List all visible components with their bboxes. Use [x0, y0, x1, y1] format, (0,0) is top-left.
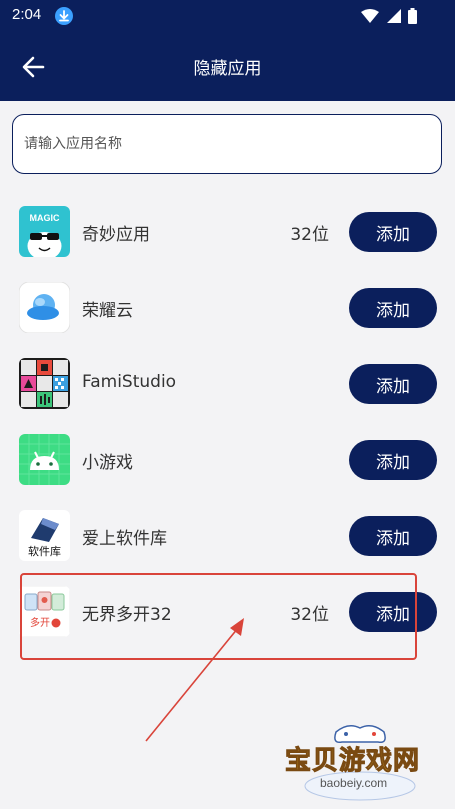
wifi-icon	[361, 9, 379, 23]
search-input[interactable]	[13, 115, 441, 173]
watermark-text: 宝贝游戏网	[284, 746, 421, 777]
list-item: 小游戏 添加	[0, 421, 455, 497]
app-bit-label: 32位	[290, 225, 329, 245]
status-bar: 2:04	[0, 0, 455, 32]
add-button[interactable]: 添加	[349, 440, 437, 480]
app-name: 爱上软件库	[82, 529, 167, 549]
add-button[interactable]: 添加	[349, 364, 437, 404]
status-icons	[361, 8, 417, 24]
app-list: MAGIC 奇妙应用 32位 添加 荣耀云 添加 FamiStudio 添加 小…	[0, 193, 455, 649]
add-button[interactable]: 添加	[349, 212, 437, 252]
software-library-icon: 软件库	[19, 510, 70, 561]
multi-open-icon: 多开	[19, 586, 70, 637]
signal-icon	[387, 9, 401, 23]
app-bit-label: 32位	[290, 605, 329, 625]
app-name: 荣耀云	[82, 301, 133, 321]
download-icon	[55, 7, 73, 25]
add-button[interactable]: 添加	[349, 516, 437, 556]
search-box	[12, 114, 442, 174]
list-item: 软件库 爱上软件库 添加	[0, 497, 455, 573]
watermark-logo: 宝贝游戏网 baobeiy.com	[270, 718, 450, 804]
watermark-url: baobeiy.com	[320, 776, 388, 790]
honor-cloud-icon	[19, 282, 70, 333]
multi-icon-label: 多开	[30, 616, 50, 629]
add-button[interactable]: 添加	[349, 288, 437, 328]
list-item: FamiStudio 添加	[0, 345, 455, 421]
status-time: 2:04	[12, 6, 42, 23]
list-item: MAGIC 奇妙应用 32位 添加	[0, 193, 455, 269]
app-name: 小游戏	[82, 453, 133, 473]
app-bar: 隐藏应用	[0, 32, 455, 101]
page-title: 隐藏应用	[193, 59, 262, 79]
magic-app-icon: MAGIC	[19, 206, 70, 257]
software-icon-label: 软件库	[28, 544, 61, 558]
famistudio-icon	[19, 358, 70, 409]
android-icon	[19, 434, 70, 485]
add-button[interactable]: 添加	[349, 592, 437, 632]
app-name: FamiStudio	[82, 372, 177, 392]
list-item: 多开 无界多开32 32位 添加	[0, 573, 455, 649]
app-name: 无界多开32	[82, 605, 172, 625]
app-name: 奇妙应用	[82, 225, 150, 245]
battery-icon	[408, 8, 417, 24]
magic-icon-label: MAGIC	[30, 213, 60, 223]
list-item: 荣耀云 添加	[0, 269, 455, 345]
